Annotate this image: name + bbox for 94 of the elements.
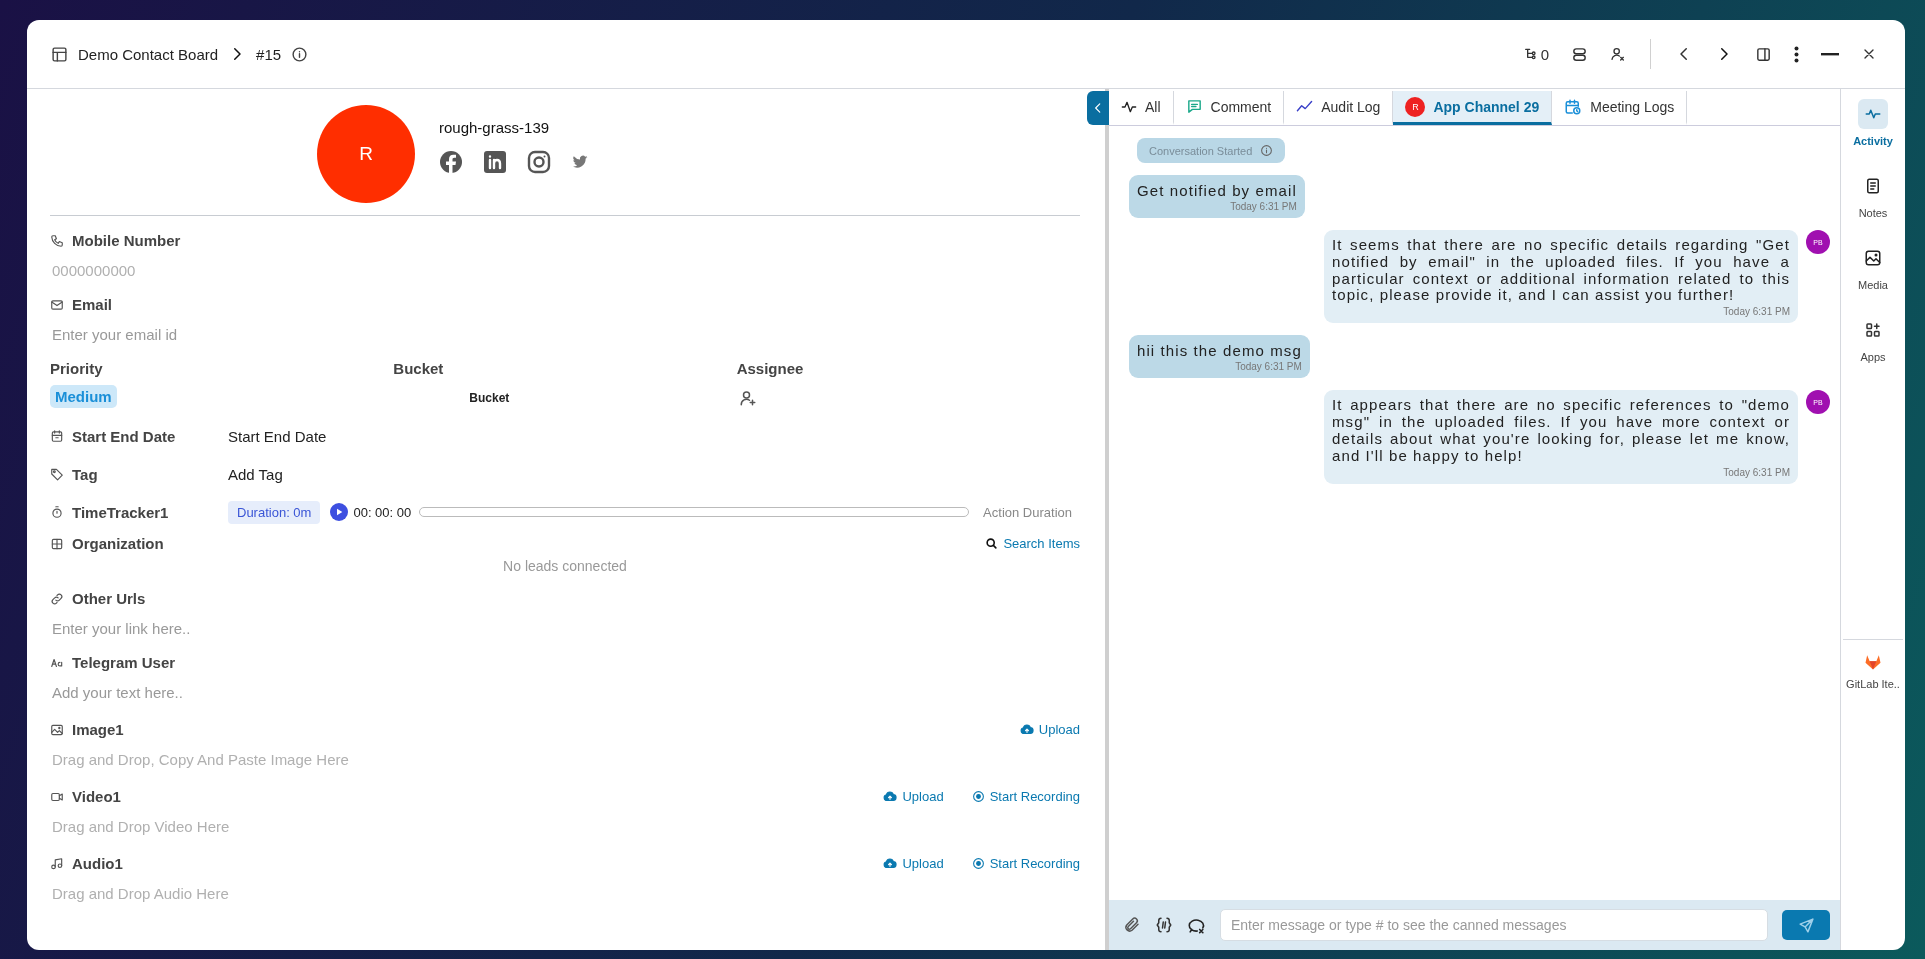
field-label: Priority [50,360,104,377]
rail-tab[interactable]: Apps [1843,315,1903,363]
cloud-upload-icon [883,789,898,804]
rail-tab[interactable]: Activity [1843,99,1903,147]
field-label: Organization [72,535,164,552]
field-label: Other Urls [72,590,146,607]
upload-link[interactable]: Upload [1019,722,1080,737]
record-icon [971,790,985,803]
channel-avatar: R [1405,96,1426,117]
field-label: Video1 [72,788,121,805]
braces-icon [1155,916,1173,934]
bird-icon [571,153,589,171]
record-icon [971,857,985,870]
cloud-upload-icon [1019,722,1034,737]
send-icon [1797,916,1815,934]
stopwatch-icon [50,505,64,519]
image-icon [50,722,64,737]
message-bubble: It appears that there are no specific references to "demo msg" in the uploaded files. If you have more context or details about what you're looking for, please let me know, and I'll be happy to help! Today 6:31 PM [1324,390,1798,484]
kebab-icon [1794,45,1799,63]
attach-button[interactable] [1123,916,1141,934]
message-bubble: Get notified by email Today 6:31 PM [1129,175,1305,218]
calendar-clock-icon [1564,97,1583,116]
rail-tab[interactable]: Media [1843,243,1903,291]
message-bubble: hii this the demo msg Today 6:31 PM [1129,335,1310,379]
paperclip-icon [1123,916,1141,934]
record-link[interactable]: Start Recording [971,789,1080,804]
user-icon [1610,46,1626,62]
record-link[interactable]: Start Recording [971,856,1080,871]
mail-icon [50,297,64,312]
app-shortcut[interactable]: GitLab Ite.. [1843,652,1903,690]
drop-zone[interactable]: Drag and Drop Audio Here [52,885,652,902]
play-button[interactable] [330,503,349,521]
field-label: Tag [72,465,98,483]
chat-tab[interactable]: R App Channel 29 [1393,91,1553,125]
action-duration-label: Action Duration [983,504,1072,520]
add-user-icon [738,389,757,407]
message-input[interactable]: Enter message or type # to see the canned messages [1220,909,1768,941]
upload-link[interactable]: Upload [883,856,944,871]
field-label: Image1 [72,721,124,738]
board-icon [51,45,68,63]
field-label: Telegram User [72,654,176,671]
timer-reading: 00: 00: 00 [353,504,412,520]
search-link[interactable]: Search Items [985,536,1080,551]
info-icon [291,45,309,63]
send-button[interactable] [1782,910,1830,940]
hierarchy-icon [1522,46,1539,62]
collapse-button[interactable] [1087,91,1109,125]
drop-zone[interactable]: Drag and Drop, Copy And Paste Image Here [52,751,652,768]
empty-message: No leads connected [502,558,628,574]
board-breadcrumb[interactable]: Demo Contact Board [78,45,219,63]
field-label: TimeTracker1 [72,503,169,521]
text-field[interactable]: Add your text here.. [52,684,652,701]
comment-icon [1185,98,1203,115]
field-label: Bucket [393,360,445,377]
contact-avatar: R [317,105,415,203]
minimize-icon [1821,52,1839,56]
duration-badge: Duration: 0m [228,500,321,524]
facebook-icon [439,150,463,174]
toggle-stack-icon [1571,45,1588,63]
text-field[interactable]: Enter your email id [52,326,652,343]
bucket-dropdown[interactable]: Bucket [469,387,510,409]
contact-name: rough-grass-139 [439,119,551,136]
add-tag-button[interactable]: Add Tag [228,465,283,483]
link-icon [50,591,64,606]
music-note-icon [50,856,64,871]
instagram-icon [527,150,551,174]
drop-zone[interactable]: Drag and Drop Video Here [52,818,652,835]
tag-icon [50,467,64,481]
conversation-started-chip: Conversation Started [1137,138,1286,163]
image-icon [1864,249,1882,267]
calendar-icon [50,429,64,443]
subitems-button[interactable]: 0 [1516,39,1555,69]
upload-link[interactable]: Upload [883,789,944,804]
phone-icon [50,233,64,248]
field-label: Audio1 [72,855,123,872]
message-bubble: It seems that there are no specific details regarding "Get notified by email" in the uploaded files. If you have a particular context or additional information related to this topic, please provide it, and I can assist you further! Today 6:31 PM [1324,230,1798,324]
info-icon [1260,144,1274,157]
side-panel-icon [1755,45,1772,63]
text-field[interactable]: 0000000000 [52,262,652,279]
field-label: Mobile Number [72,232,181,249]
apps-grid-icon [1864,321,1882,339]
cloud-upload-icon [883,856,898,871]
field-label: Assignee [736,360,805,377]
table-icon [50,536,64,551]
linkedin-icon [483,150,507,174]
item-id: #15 [256,45,282,63]
text-field[interactable]: Enter your link here.. [52,620,652,637]
variables-button[interactable] [1155,916,1173,934]
rail-tab[interactable]: Notes [1843,171,1903,219]
search-icon [985,537,999,550]
field-label: Email [72,296,113,313]
field-label: Start End Date [72,427,176,445]
date-picker[interactable]: Start End Date [228,427,327,445]
document-icon [1864,177,1882,195]
